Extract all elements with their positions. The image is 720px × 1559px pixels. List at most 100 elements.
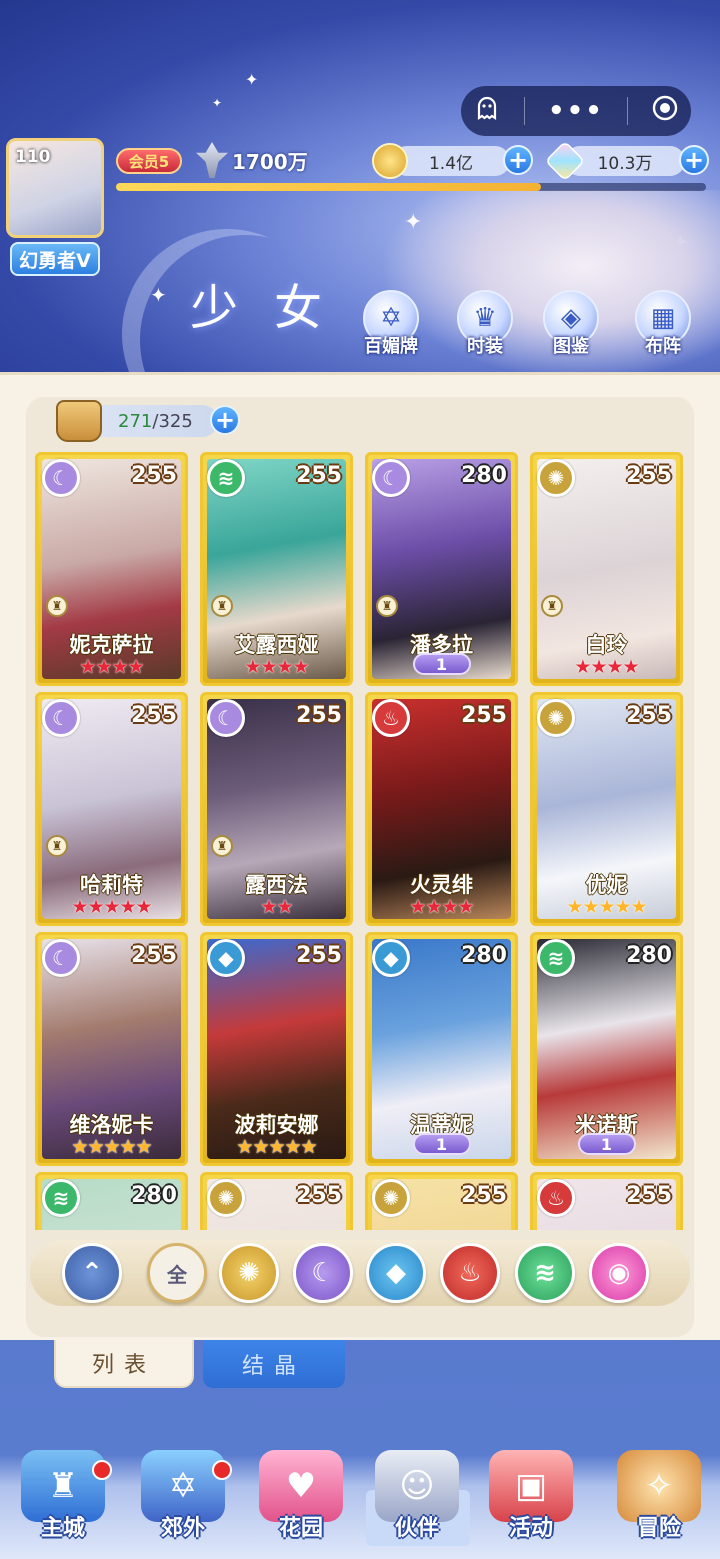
moon-element-icon[interactable]: ☾	[293, 1243, 353, 1303]
character-card[interactable]: ♨ 255	[530, 1172, 683, 1230]
star-rating: ★★★★★	[236, 1136, 317, 1158]
tab-crystal[interactable]: 结晶	[203, 1340, 345, 1388]
target-icon[interactable]	[651, 94, 679, 129]
star-rating: ★★★★★	[566, 896, 647, 918]
moon-element-icon: ☾	[207, 699, 245, 737]
player-title-badge[interactable]: 幻勇者V	[10, 242, 100, 276]
nav-label: 郊外	[160, 1516, 205, 1541]
more-button[interactable]: •••	[548, 96, 604, 126]
character-card[interactable]: ☾ 255 维洛妮卡 ★★★★★	[35, 932, 188, 1166]
character-level: 255	[461, 703, 507, 728]
awaken-badge: 1	[412, 1133, 471, 1155]
character-card[interactable]: ☾ 255 ♜ 露西法 ★★	[200, 692, 353, 926]
sparkle-icon: ✦	[212, 96, 223, 110]
sun-element-icon: ✺	[537, 699, 575, 737]
character-grid: ☾ 255 ♜ 妮克萨拉 ★★★★ ≋ 255 ♜ 艾露西娅 ★★★★ ☾ 280 ♜ 潘多拉 1 ✺ 255 ♜…	[35, 452, 685, 1230]
codex-button[interactable]: ◈ 图鉴	[538, 290, 604, 358]
formation-label: 布阵	[645, 336, 681, 357]
water-element-icon[interactable]: ◆	[366, 1243, 426, 1303]
character-name: 艾露西娅	[234, 633, 319, 657]
character-level: 255	[296, 1183, 342, 1208]
character-card[interactable]: ≋ 255 ♜ 艾露西娅 ★★★★	[200, 452, 353, 686]
notification-dot	[212, 1460, 232, 1480]
character-name: 露西法	[245, 873, 308, 897]
capacity-count: 325	[158, 410, 193, 432]
fire-element-icon: ♨	[537, 1179, 575, 1217]
character-card[interactable]: ☾ 280 ♜ 潘多拉 1	[365, 452, 518, 686]
role-icon: ♜	[541, 595, 563, 617]
notification-dot	[92, 1460, 112, 1480]
character-card[interactable]: ✺ 255	[200, 1172, 353, 1230]
nav-item-main-city[interactable]: ♜ 主城	[8, 1450, 118, 1550]
star-rating: ★★★★	[244, 656, 309, 678]
character-card[interactable]: ✺ 255	[365, 1172, 518, 1230]
character-card[interactable]: ≋ 280	[35, 1172, 188, 1230]
ghost-icon[interactable]	[473, 94, 501, 129]
character-name: 白玲	[585, 633, 628, 657]
wind-element-icon: ≋	[537, 939, 575, 977]
nav-label: 伙伴	[394, 1516, 439, 1541]
filter-all-button[interactable]: 全	[147, 1243, 207, 1303]
orb-element-icon[interactable]: ◉	[589, 1243, 649, 1303]
character-level: 255	[296, 943, 342, 968]
player-avatar[interactable]: 110	[6, 138, 104, 238]
sun-element-icon: ✺	[537, 459, 575, 497]
character-level: 280	[461, 943, 507, 968]
character-level: 255	[131, 463, 177, 488]
role-icon: ♜	[376, 595, 398, 617]
cards-label: 百媚牌	[364, 336, 418, 357]
nav-item-outskirts[interactable]: ✡ 郊外	[128, 1450, 238, 1550]
wind-element-icon: ≋	[42, 1179, 80, 1217]
nav-item-garden[interactable]: ♥ 花园	[246, 1450, 356, 1550]
star-rating: ★★★★★	[71, 896, 152, 918]
character-card[interactable]: ◆ 280 温蒂妮 1	[365, 932, 518, 1166]
character-level: 255	[296, 463, 342, 488]
character-name: 妮克萨拉	[69, 633, 154, 657]
moon-element-icon: ☾	[42, 699, 80, 737]
nav-label: 活动	[508, 1516, 553, 1541]
character-card[interactable]: ✺ 255 ♜ 白玲 ★★★★	[530, 452, 683, 686]
chevron-up-icon[interactable]: ⌃	[62, 1243, 122, 1303]
power-value: 1700万	[232, 149, 308, 174]
awaken-badge: 1	[412, 653, 471, 675]
gold-coin-icon	[372, 143, 408, 179]
fire-element-icon[interactable]: ♨	[440, 1243, 500, 1303]
character-card[interactable]: ☾ 255 ♜ 哈莉特 ★★★★★	[35, 692, 188, 926]
owned-count: 271	[118, 410, 153, 432]
codex-label: 图鉴	[553, 336, 589, 357]
nav-label: 主城	[40, 1516, 85, 1541]
character-level: 255	[131, 943, 177, 968]
character-card[interactable]: ☾ 255 ♜ 妮克萨拉 ★★★★	[35, 452, 188, 686]
cards-button[interactable]: ✡ 百媚牌	[358, 290, 424, 358]
character-name: 哈莉特	[80, 873, 143, 897]
star-rating: ★★★★★	[71, 1136, 152, 1158]
divider	[627, 97, 629, 125]
exp-progress-fill	[116, 183, 541, 191]
star-rating: ★★★★	[574, 656, 639, 678]
nav-item-partner[interactable]: ☺ 伙伴	[362, 1450, 472, 1550]
sword-icon	[196, 142, 228, 178]
mini-program-capsule: •••	[461, 86, 691, 136]
nav-item-events[interactable]: ▣ 活动	[476, 1450, 586, 1550]
sun-element-icon: ✺	[207, 1179, 245, 1217]
character-card[interactable]: ≋ 280 米诺斯 1	[530, 932, 683, 1166]
expand-capacity-button[interactable]: +	[210, 405, 240, 435]
wind-element-icon[interactable]: ≋	[515, 1243, 575, 1303]
character-card[interactable]: ✺ 255 优妮 ★★★★★	[530, 692, 683, 926]
exp-progress-bar	[116, 183, 706, 191]
character-level: 280	[131, 1183, 177, 1208]
nav-item-adventure[interactable]: ✧ 冒险	[604, 1450, 714, 1550]
sun-element-icon[interactable]: ✺	[219, 1243, 279, 1303]
tab-list[interactable]: 列表	[54, 1340, 194, 1388]
formation-button[interactable]: ▦ 布阵	[630, 290, 696, 358]
fire-element-icon: ♨	[372, 699, 410, 737]
outfit-button[interactable]: ♛ 时装	[452, 290, 518, 358]
add-gold-button[interactable]: +	[503, 145, 533, 175]
nav-label: 冒险	[636, 1516, 681, 1541]
add-crystal-button[interactable]: +	[679, 145, 709, 175]
star-rating: ★★	[260, 896, 293, 918]
character-card[interactable]: ◆ 255 波莉安娜 ★★★★★	[200, 932, 353, 1166]
sun-element-icon: ✺	[372, 1179, 410, 1217]
vip-badge[interactable]: 会员5	[116, 148, 182, 174]
character-card[interactable]: ♨ 255 火灵绯 ★★★★	[365, 692, 518, 926]
